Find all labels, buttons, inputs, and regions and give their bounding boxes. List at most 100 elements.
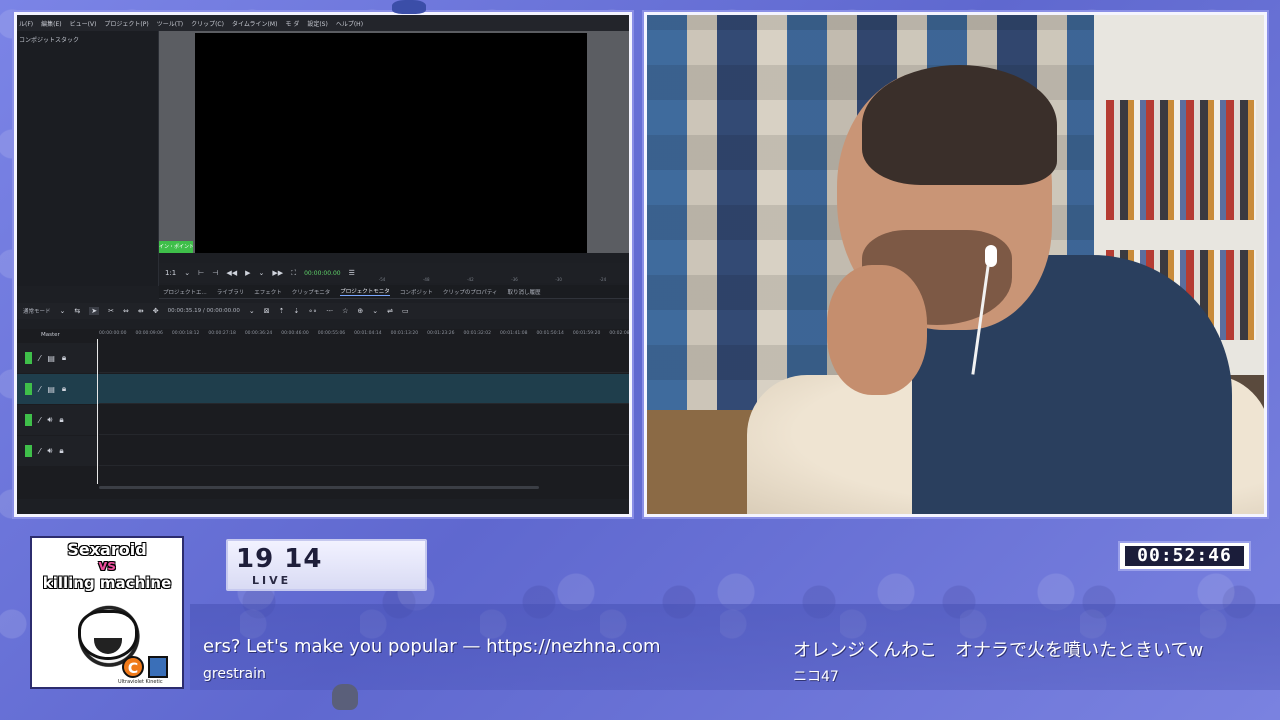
- composition-panel-title: コンポジットスタック: [19, 37, 80, 44]
- spacer-tool-icon[interactable]: ⇔: [123, 307, 129, 315]
- stream-clock: 00:52:46: [1118, 541, 1251, 571]
- fast-forward-icon[interactable]: ▶▶: [272, 269, 283, 277]
- lock-icon[interactable]: 🔒︎: [59, 415, 63, 425]
- tab-clip-properties[interactable]: クリップのプロパティ: [443, 288, 498, 296]
- tab-project-monitor[interactable]: プロジェクトモニタ: [340, 287, 390, 296]
- tab-library[interactable]: ライブラリ: [217, 288, 245, 296]
- tab-project-bin[interactable]: プロジェクトエ...: [163, 288, 207, 296]
- chevron-down-icon[interactable]: ⌄: [184, 269, 190, 277]
- menu-item-view[interactable]: ビュー(V): [70, 19, 97, 28]
- menu-item-tool[interactable]: ツール(T): [157, 19, 183, 28]
- menu-item-timeline[interactable]: タイムライン(M): [232, 19, 277, 28]
- menu-bar: ル(F) 編集(E) ビュー(V) プロジェクト(P) ツール(T) クリップ(…: [17, 15, 629, 31]
- insert-icon[interactable]: ∘∘: [308, 307, 317, 315]
- audio-mix-icon[interactable]: ⇌: [387, 307, 393, 315]
- ruler-tick: 00:00:36:24: [244, 331, 273, 336]
- meter-tick: -54: [378, 277, 386, 282]
- menu-item-clip[interactable]: クリップ(C): [191, 19, 224, 28]
- out-point-icon[interactable]: ⊣: [212, 269, 218, 277]
- timeline[interactable]: Master 00:00:00:00 00:00:09:06 00:00:18:…: [17, 329, 629, 499]
- ruler-tick: 00:00:00:00: [99, 331, 127, 336]
- speaker-icon[interactable]: 🔊︎: [47, 415, 52, 425]
- tab-undo-history[interactable]: 取り消し履歴: [508, 288, 541, 296]
- timeline-scrollbar[interactable]: [99, 486, 539, 489]
- audio-meter: -54 -48 -42 -36 -30 -24: [360, 277, 625, 285]
- playhead[interactable]: [97, 339, 98, 484]
- speaker-icon[interactable]: 🔊︎: [47, 446, 52, 456]
- video-track-1[interactable]: ⁄ ▤ 🔒︎: [17, 343, 629, 373]
- effect-wand-icon[interactable]: ⁄: [39, 416, 40, 425]
- audio-track-2[interactable]: ⁄ 🔊︎ 🔒︎: [17, 436, 629, 466]
- artwork-title-line3: killing machine: [42, 574, 172, 592]
- move-tool-icon[interactable]: ✥: [153, 307, 159, 315]
- slip-tool-icon[interactable]: ⇹: [138, 307, 144, 315]
- pixel-sprite: [392, 0, 426, 14]
- inpoint-badge: イン・ポイント: [159, 241, 193, 253]
- tab-clip-monitor[interactable]: クリップモニタ: [292, 288, 331, 296]
- person-hair: [862, 65, 1057, 185]
- chevron-down-icon[interactable]: ⌄: [249, 307, 255, 315]
- comment-ticker: ers? Let's make you popular — https://ne…: [190, 604, 1280, 690]
- clock-time: 00:52:46: [1125, 546, 1244, 566]
- extract-icon[interactable]: ·-·: [326, 307, 333, 315]
- select-tool-icon[interactable]: ➤: [89, 307, 100, 315]
- razor-tool-icon[interactable]: ✂: [108, 307, 114, 315]
- ruler-tick: 00:00:18:12: [171, 331, 200, 336]
- person-hand: [827, 265, 927, 395]
- dock-tabs: プロジェクトエ... ライブラリ エフェクト クリップモニタ プロジェクトモニタ…: [159, 285, 629, 299]
- edit-mode-select[interactable]: 通常モード: [23, 307, 51, 315]
- play-icon[interactable]: ▶: [245, 269, 250, 277]
- effect-wand-icon[interactable]: ⁄: [39, 354, 40, 363]
- video-track-2[interactable]: ⁄ ▤ 🔒︎: [17, 374, 629, 404]
- menu-item-file[interactable]: ル(F): [19, 19, 33, 28]
- tab-composite[interactable]: コンポジット: [400, 288, 433, 296]
- lift-icon[interactable]: ⇡: [279, 307, 285, 315]
- ruler-tick: 00:01:50:14: [536, 331, 564, 336]
- track-header: ⁄ 🔊︎ 🔒︎: [17, 405, 99, 435]
- chevron-down-icon[interactable]: ⌄: [372, 307, 378, 315]
- lock-icon[interactable]: 🔒︎: [62, 353, 66, 363]
- film-icon[interactable]: ▤: [47, 385, 55, 394]
- menu-item-monitor[interactable]: モ ダ: [285, 19, 299, 28]
- viewer-count-box: 19 14 LIVE: [226, 539, 427, 591]
- audio-track-1[interactable]: ⁄ 🔊︎ 🔒︎: [17, 405, 629, 435]
- menu-item-edit[interactable]: 編集(E): [41, 19, 61, 28]
- tab-effects[interactable]: エフェクト: [254, 288, 282, 296]
- monitor-preview[interactable]: [159, 31, 629, 253]
- zoom-select[interactable]: 1:1: [165, 269, 176, 277]
- overwrite-icon[interactable]: ⇣: [294, 307, 300, 315]
- menu-icon[interactable]: ☰: [349, 269, 355, 277]
- lock-icon[interactable]: 🔒︎: [59, 446, 63, 456]
- webcam-feed: [644, 12, 1267, 517]
- snap-icon[interactable]: ⊠: [264, 307, 270, 315]
- menu-item-help[interactable]: ヘルプ(H): [336, 19, 363, 28]
- timeline-ruler[interactable]: 00:00:00:00 00:00:09:06 00:00:18:12 00:0…: [99, 331, 629, 341]
- timeline-timecode[interactable]: 00:00:35.19 / 00:00:00.00: [168, 308, 240, 314]
- thumbnail-icon[interactable]: ▭: [402, 307, 409, 315]
- monitor-timecode[interactable]: 00:00:00.00: [304, 270, 341, 277]
- pixel-cat-sprite: [332, 684, 358, 710]
- ripple-icon[interactable]: ⇆: [74, 307, 80, 315]
- meter-tick: -48: [422, 277, 430, 282]
- menu-item-project[interactable]: プロジェクト(P): [104, 19, 148, 28]
- effect-wand-icon[interactable]: ⁄: [39, 447, 40, 456]
- ruler-tick: 00:01:41:08: [499, 331, 528, 336]
- star-icon[interactable]: ☆: [342, 307, 348, 315]
- track-enable-toggle[interactable]: [25, 352, 32, 364]
- ruler-tick: 00:01:23:26: [427, 331, 455, 336]
- ticker-message: オレンジくんわこ オナラで火を噴いたときいてw: [793, 640, 1204, 661]
- chevron-down-icon[interactable]: ⌄: [60, 307, 66, 315]
- menu-item-settings[interactable]: 設定(S): [307, 19, 328, 28]
- track-enable-toggle[interactable]: [25, 414, 32, 426]
- lock-icon[interactable]: 🔒︎: [62, 384, 66, 394]
- in-point-icon[interactable]: ⊢: [198, 269, 204, 277]
- track-enable-toggle[interactable]: [25, 383, 32, 395]
- add-marker-icon[interactable]: ⊕: [357, 307, 363, 315]
- film-icon[interactable]: ▤: [47, 354, 55, 363]
- track-enable-toggle[interactable]: [25, 445, 32, 457]
- effect-wand-icon[interactable]: ⁄: [39, 385, 40, 394]
- meter-tick: -42: [467, 277, 474, 282]
- chevron-down-icon[interactable]: ⌄: [259, 269, 265, 277]
- fullscreen-icon[interactable]: ⛶: [291, 269, 296, 278]
- rewind-icon[interactable]: ◀◀: [226, 269, 237, 277]
